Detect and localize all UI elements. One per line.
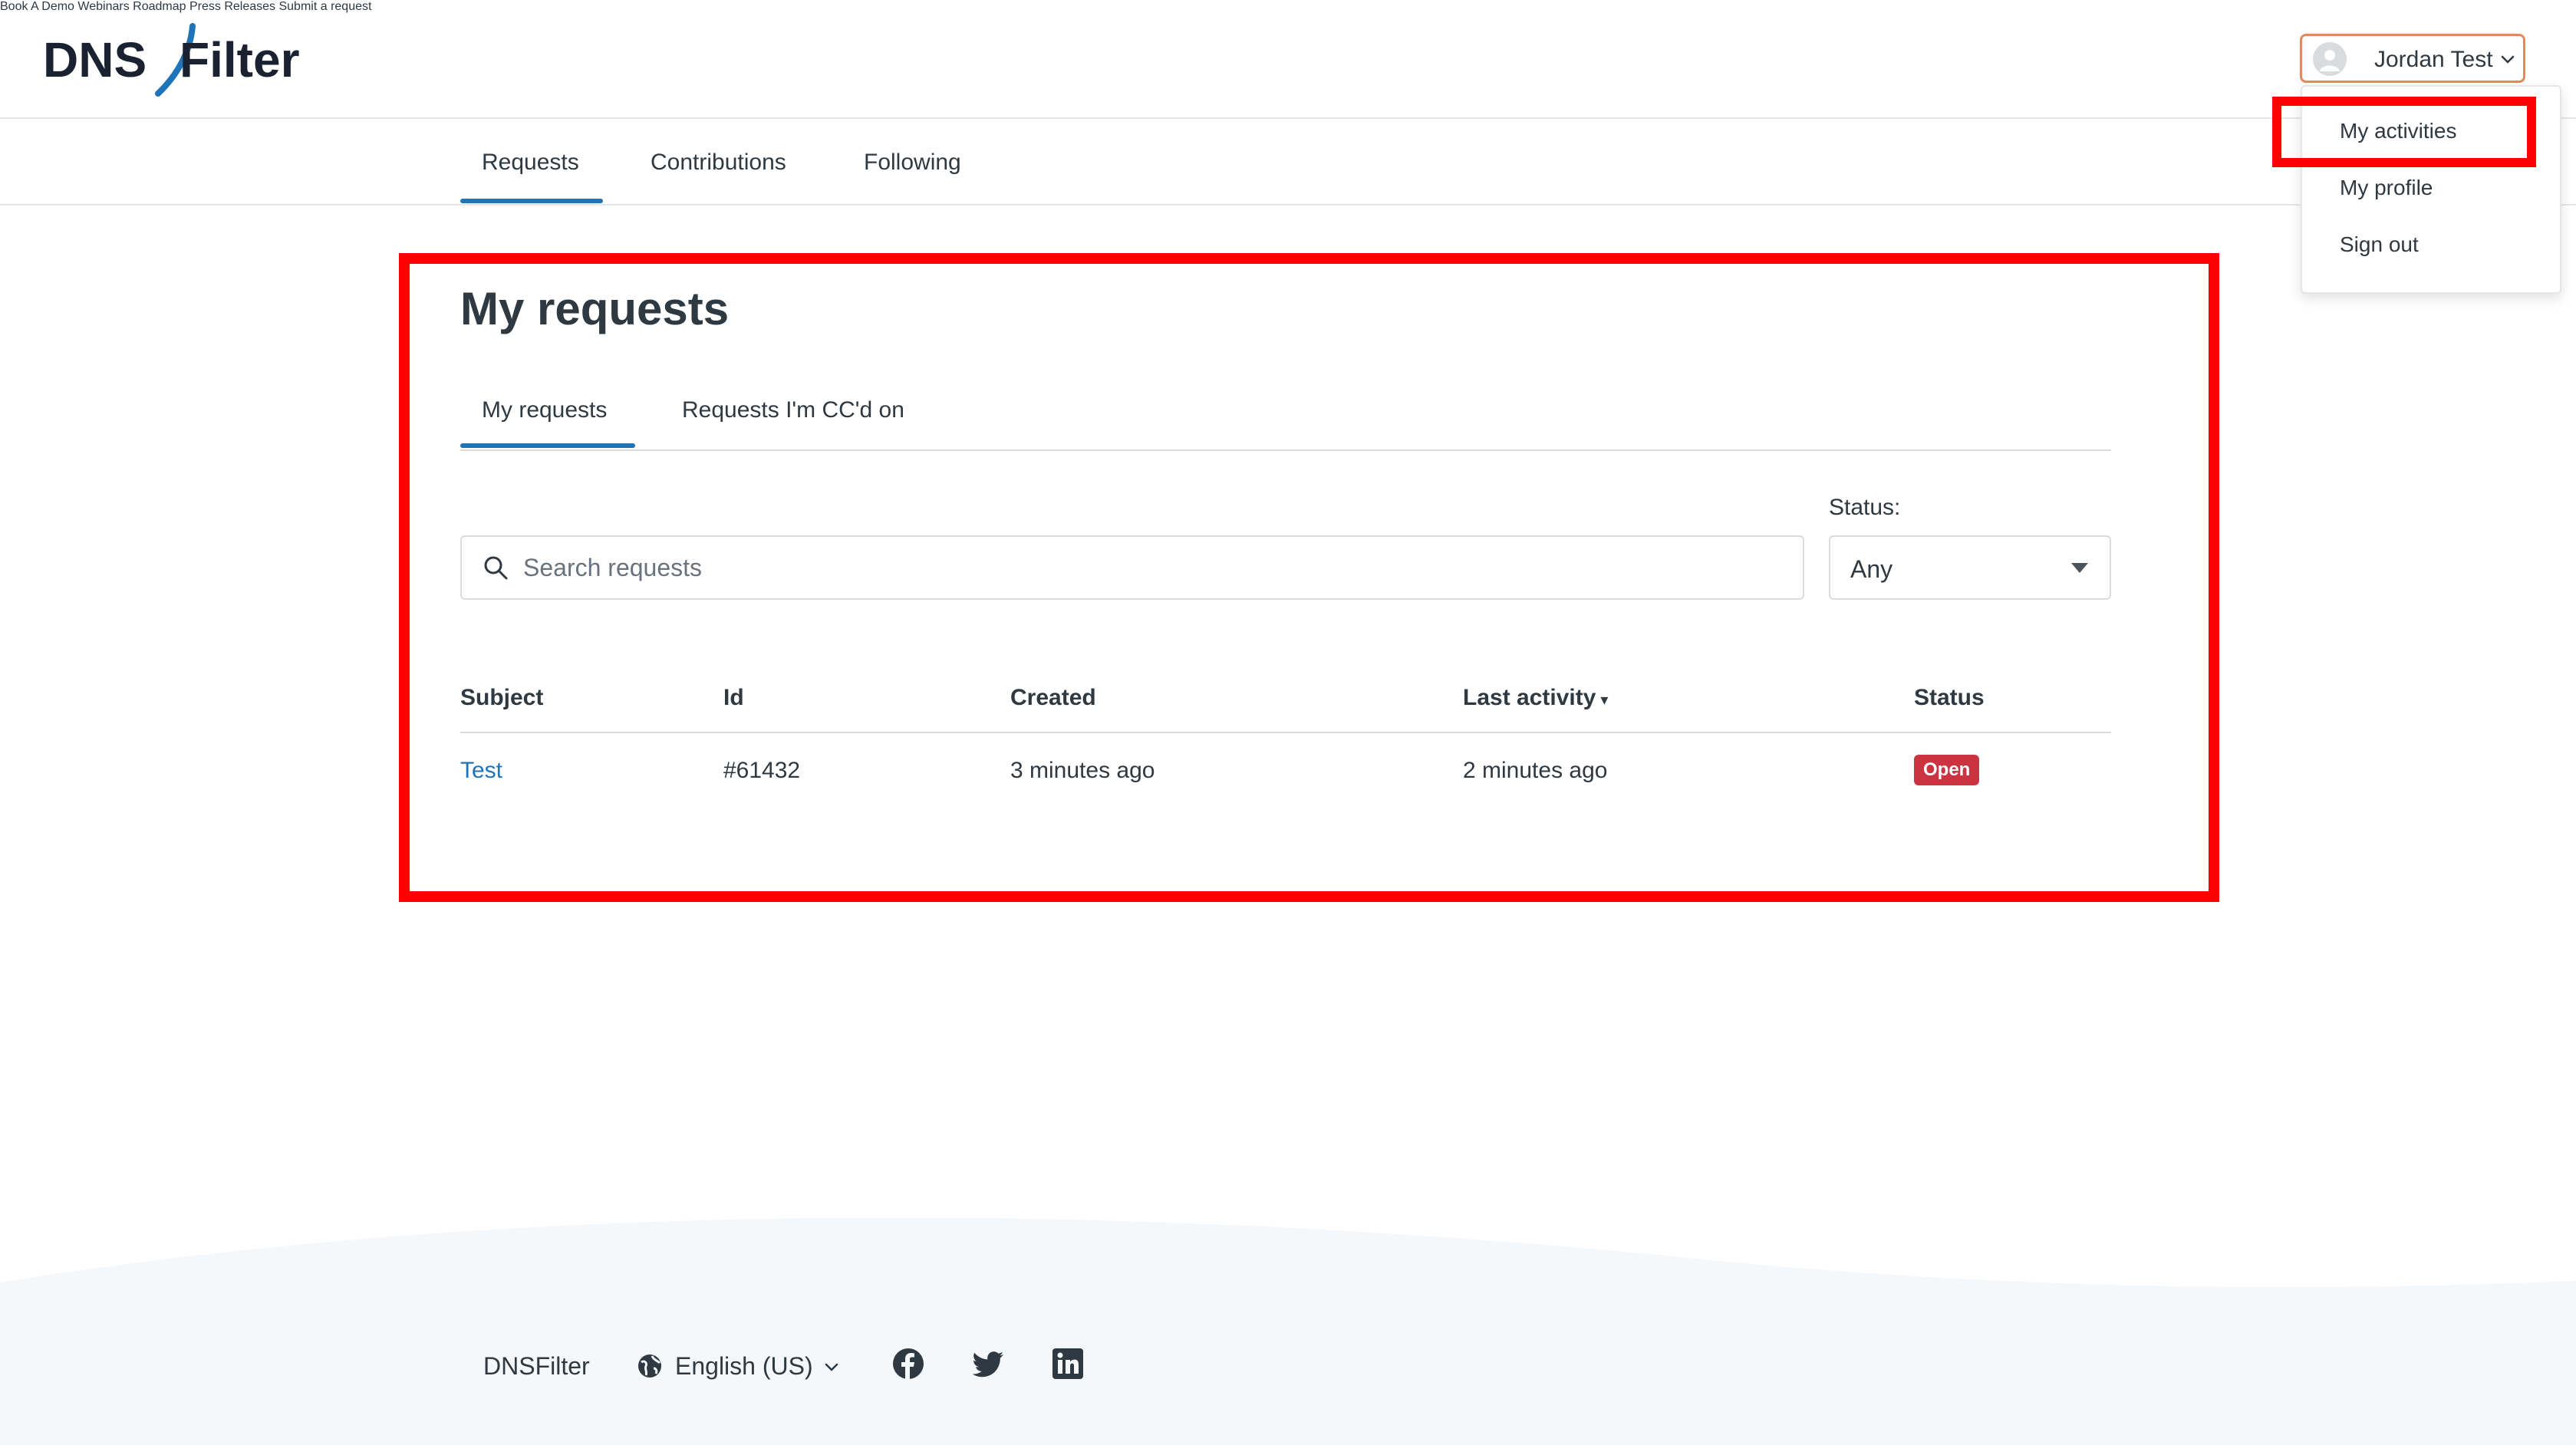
column-header-status: Status [1914,685,1985,710]
request-subject-link[interactable]: Test [460,758,502,784]
language-selector[interactable]: English (US) [675,1352,813,1381]
status-badge: Open [1914,755,1980,785]
nav-press-releases[interactable]: Press Releases [189,0,275,13]
logo-text-filter: Filter [180,32,299,87]
avatar-icon [2313,42,2347,76]
page-title: My requests [460,283,730,334]
site-header: DNS Filter Book A Demo Webinars Roadmap … [0,0,2576,119]
footer-brand-link[interactable]: DNSFilter [483,1352,590,1381]
nav-submit-a-request[interactable]: Submit a request [278,0,371,13]
table-header-divider [460,732,2111,733]
search-box[interactable] [460,535,1804,600]
status-select[interactable]: Any [1829,535,2111,600]
active-tab-indicator [460,199,603,203]
user-menu-button[interactable]: Jordan Test [2300,34,2525,83]
status-filter-label: Status: [1829,495,1901,520]
column-header-id: Id [723,685,744,710]
menu-item-my-profile[interactable]: My profile [2340,176,2433,200]
status-select-value: Any [1850,555,1893,583]
search-icon [484,556,508,580]
active-inner-tab-indicator [460,443,635,448]
column-header-created: Created [1010,685,1096,710]
footer-background [0,1212,2576,1445]
nav-book-a-demo[interactable]: Book A Demo [0,0,74,13]
column-header-last-activity[interactable]: Last activity ▾ [1463,685,1608,711]
facebook-icon [893,1348,924,1379]
menu-item-sign-out[interactable]: Sign out [2340,232,2419,257]
request-created: 3 minutes ago [1010,758,1155,783]
search-input[interactable] [523,548,1781,588]
twitter-icon [972,1351,1003,1378]
dnsfilter-logo[interactable]: DNS Filter [43,21,319,98]
nav-webinars[interactable]: Webinars [77,0,129,13]
chevron-down-icon [825,1363,838,1371]
user-name: Jordan Test [2374,47,2493,72]
logo-mark: DNS Filter [43,23,299,97]
linkedin-link[interactable] [1051,1347,1085,1381]
chevron-down-icon [2501,55,2515,64]
sort-desc-icon: ▾ [1600,692,1609,709]
tab-my-requests[interactable]: My requests [482,397,607,423]
tabs-divider [460,449,2111,451]
profile-subnav: Requests Contributions Following [0,120,2576,206]
tab-contributions[interactable]: Contributions [651,150,786,176]
tab-requests[interactable]: Requests [482,150,579,176]
logo-text-dns: DNS [43,32,147,87]
request-id: #61432 [723,758,801,783]
tab-requests-cc[interactable]: Requests I'm CC'd on [682,397,904,423]
twitter-link[interactable] [971,1347,1005,1381]
facebook-link[interactable] [891,1347,925,1381]
caret-down-icon [2071,563,2088,573]
tab-following[interactable]: Following [864,150,961,176]
column-header-subject: Subject [460,685,544,710]
linkedin-icon [1052,1348,1083,1379]
globe-icon [638,1354,661,1378]
highlight-box-my-activities [2272,97,2536,167]
column-header-last-activity-label: Last activity [1463,685,1596,710]
request-last-activity: 2 minutes ago [1463,758,1608,783]
nav-roadmap[interactable]: Roadmap [133,0,186,13]
